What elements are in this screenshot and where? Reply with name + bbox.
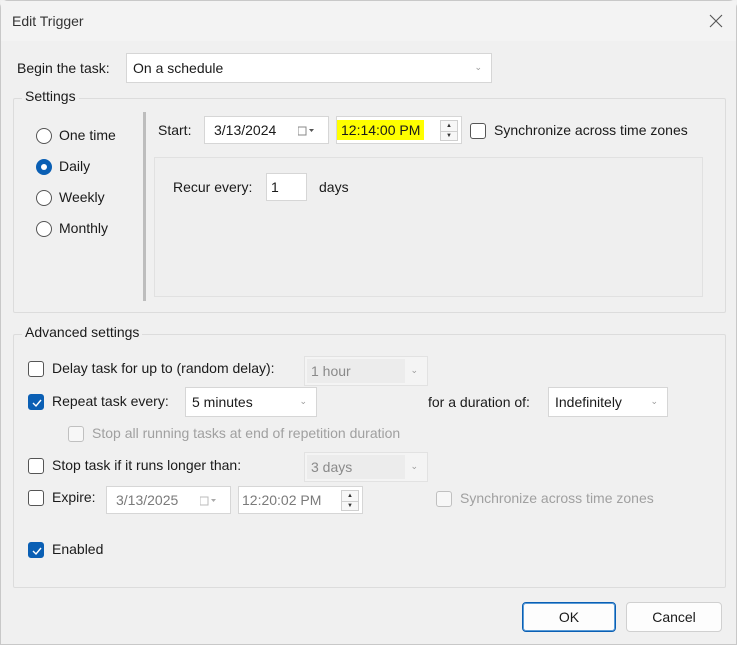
radio-one-time[interactable] — [36, 128, 52, 144]
radio-daily-label: Daily — [59, 158, 91, 174]
start-time-spinner[interactable]: ▲ ▼ — [440, 120, 458, 141]
start-time-field[interactable]: 12:14:00 PM ▲ ▼ — [336, 116, 462, 144]
checkmark-icon — [32, 547, 42, 556]
begin-task-dropdown[interactable]: On a schedule ⌄ — [126, 53, 492, 83]
spin-up-icon[interactable]: ▲ — [342, 491, 358, 501]
radio-daily[interactable] — [36, 159, 52, 175]
delay-checkbox[interactable] — [28, 361, 44, 377]
expire-sync-label: Synchronize across time zones — [460, 490, 654, 506]
spin-up-icon[interactable]: ▲ — [441, 121, 457, 131]
settings-group-title: Settings — [22, 88, 79, 104]
stop-longer-value: 3 days — [311, 459, 353, 475]
calendar-dropdown-icon — [298, 126, 314, 136]
repeat-label: Repeat task every: — [52, 393, 169, 409]
stop-longer-label: Stop task if it runs longer than: — [52, 457, 242, 473]
close-icon — [709, 14, 723, 28]
recurrence-panel — [154, 157, 703, 297]
stop-all-tasks-checkbox[interactable] — [68, 426, 84, 442]
chevron-down-icon: ⌄ — [410, 461, 418, 471]
start-time-value: 12:14:00 PM — [337, 120, 425, 140]
ok-button[interactable]: OK — [522, 602, 616, 632]
start-date-picker[interactable]: 3/13/2024 — [204, 116, 329, 144]
repeat-interval-value: 5 minutes — [192, 394, 253, 410]
expire-time-value: 12:20:02 PM — [242, 492, 322, 508]
duration-dropdown[interactable]: Indefinitely ⌄ — [548, 387, 668, 417]
calendar-dropdown-icon — [200, 496, 216, 506]
recur-days-input[interactable]: 1 — [266, 173, 307, 201]
repeat-checkbox[interactable] — [28, 394, 44, 410]
radio-monthly[interactable] — [36, 221, 52, 237]
begin-task-value: On a schedule — [133, 60, 224, 76]
expire-checkbox[interactable] — [28, 490, 44, 506]
radio-weekly-label: Weekly — [59, 189, 105, 205]
chevron-down-icon: ⌄ — [299, 396, 307, 406]
checkmark-icon — [32, 399, 42, 408]
dialog-title: Edit Trigger — [12, 13, 84, 29]
delay-label: Delay task for up to (random delay): — [52, 360, 275, 376]
chevron-down-icon: ⌄ — [410, 365, 418, 375]
start-date-value: 3/13/2024 — [214, 122, 277, 138]
chevron-down-icon: ⌄ — [650, 396, 658, 406]
expire-label: Expire: — [52, 489, 96, 505]
repeat-interval-dropdown[interactable]: 5 minutes ⌄ — [185, 387, 317, 417]
delay-dropdown[interactable]: 1 hour ⌄ — [304, 356, 428, 386]
begin-task-label: Begin the task: — [17, 60, 110, 76]
settings-divider — [143, 112, 146, 301]
duration-label: for a duration of: — [428, 394, 530, 410]
duration-value: Indefinitely — [555, 394, 622, 410]
radio-weekly[interactable] — [36, 190, 52, 206]
radio-monthly-label: Monthly — [59, 220, 109, 236]
recur-days-value: 1 — [271, 179, 279, 195]
stop-longer-checkbox[interactable] — [28, 458, 44, 474]
cancel-button[interactable]: Cancel — [626, 602, 722, 632]
recur-every-label: Recur every: — [173, 179, 253, 195]
sync-time-zones-label: Synchronize across time zones — [494, 122, 688, 138]
recur-unit-label: days — [319, 179, 349, 195]
spin-down-icon[interactable]: ▼ — [441, 130, 457, 141]
stop-longer-dropdown[interactable]: 3 days ⌄ — [304, 452, 428, 482]
start-label: Start: — [158, 122, 192, 138]
expire-date-picker[interactable]: 3/13/2025 — [106, 486, 231, 514]
expire-time-field[interactable]: 12:20:02 PM ▲ ▼ — [238, 486, 363, 514]
advanced-settings-title: Advanced settings — [22, 324, 143, 340]
radio-one-time-label: One time — [59, 127, 116, 143]
enabled-checkbox[interactable] — [28, 542, 44, 558]
expire-sync-checkbox[interactable] — [436, 491, 452, 507]
expire-time-spinner[interactable]: ▲ ▼ — [341, 490, 359, 511]
close-button[interactable] — [701, 7, 731, 35]
spin-down-icon[interactable]: ▼ — [342, 500, 358, 511]
delay-value: 1 hour — [311, 363, 351, 379]
expire-date-value: 3/13/2025 — [116, 492, 179, 508]
stop-all-tasks-label: Stop all running tasks at end of repetit… — [92, 425, 401, 441]
title-bar: Edit Trigger — [1, 1, 736, 41]
edit-trigger-dialog: Edit Trigger Begin the task: On a schedu… — [0, 0, 737, 645]
enabled-label: Enabled — [52, 541, 104, 557]
sync-time-zones-checkbox[interactable] — [470, 123, 486, 139]
chevron-down-icon: ⌄ — [474, 62, 482, 72]
